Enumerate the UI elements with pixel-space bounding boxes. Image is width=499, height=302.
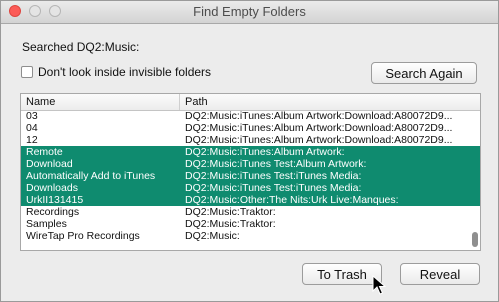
row-name-cell: Recordings bbox=[26, 206, 80, 218]
row-path-cell: DQ2:Music:iTunes Test:iTunes Media: bbox=[185, 182, 362, 194]
table-row[interactable]: 03 DQ2:Music:iTunes:Album Artwork:Downloa… bbox=[21, 110, 480, 122]
row-name-cell: UrkII131415 bbox=[26, 194, 84, 206]
row-path-cell: DQ2:Music:iTunes:Album Artwork:Download:… bbox=[185, 134, 453, 146]
row-path-cell: DQ2:Music:iTunes Test:Album Artwork: bbox=[185, 158, 367, 170]
table-row[interactable]: WireTap Pro Recordings DQ2:Music: bbox=[21, 230, 480, 242]
table-row[interactable]: Automatically Add to iTunes DQ2:Music:iTu… bbox=[21, 170, 480, 182]
table-body: 03 DQ2:Music:iTunes:Album Artwork:Downloa… bbox=[21, 110, 480, 242]
table-row[interactable]: Remote DQ2:Music:iTunes:Album Artwork: bbox=[21, 146, 480, 158]
row-name-cell: 03 bbox=[26, 110, 38, 122]
window-title: Find Empty Folders bbox=[193, 4, 306, 19]
row-path-cell: DQ2:Music:iTunes:Album Artwork: bbox=[185, 146, 345, 158]
column-header-name[interactable]: Name bbox=[26, 96, 55, 108]
row-path-cell: DQ2:Music:Traktor: bbox=[185, 206, 276, 218]
results-table: Name Path 03 DQ2:Music:iTunes:Album Artwo… bbox=[20, 93, 481, 251]
invisible-folders-label[interactable]: Don't look inside invisible folders bbox=[38, 65, 211, 79]
row-path-cell: DQ2:Music: bbox=[185, 230, 240, 242]
title-bar[interactable]: Find Empty Folders bbox=[1, 1, 498, 24]
row-name-cell: 12 bbox=[26, 134, 38, 146]
search-again-button[interactable]: Search Again bbox=[371, 62, 477, 84]
column-header-path[interactable]: Path bbox=[185, 96, 208, 108]
row-path-cell: DQ2:Music:iTunes:Album Artwork:Download:… bbox=[185, 110, 453, 122]
row-name-cell: WireTap Pro Recordings bbox=[26, 230, 140, 242]
reveal-button[interactable]: Reveal bbox=[400, 263, 480, 285]
mouse-pointer-icon bbox=[372, 275, 386, 295]
row-name-cell: Automatically Add to iTunes bbox=[26, 170, 156, 182]
table-row[interactable]: Samples DQ2:Music:Traktor: bbox=[21, 218, 480, 230]
find-empty-folders-window: Find Empty Folders Searched DQ2:Music: D… bbox=[0, 0, 499, 302]
table-row[interactable]: 04 DQ2:Music:iTunes:Album Artwork:Downloa… bbox=[21, 122, 480, 134]
row-path-cell: DQ2:Music:Traktor: bbox=[185, 218, 276, 230]
table-header: Name Path bbox=[21, 94, 480, 111]
searched-location-label: Searched DQ2:Music: bbox=[22, 40, 140, 54]
column-divider[interactable] bbox=[179, 94, 180, 110]
row-path-cell: DQ2:Music:iTunes Test:iTunes Media: bbox=[185, 170, 362, 182]
invisible-folders-checkbox[interactable] bbox=[21, 66, 33, 78]
table-row[interactable]: Download DQ2:Music:iTunes Test:Album Artw… bbox=[21, 158, 480, 170]
row-name-cell: Download bbox=[26, 158, 73, 170]
vertical-scrollbar[interactable] bbox=[469, 111, 479, 250]
scrollbar-thumb[interactable] bbox=[472, 232, 478, 247]
row-name-cell: 04 bbox=[26, 122, 38, 134]
table-row[interactable]: Recordings DQ2:Music:Traktor: bbox=[21, 206, 480, 218]
row-name-cell: Samples bbox=[26, 218, 67, 230]
invisible-folders-option[interactable]: Don't look inside invisible folders bbox=[21, 65, 211, 79]
row-path-cell: DQ2:Music:Other:The Nits:Urk Live:Manque… bbox=[185, 194, 399, 206]
to-trash-button[interactable]: To Trash bbox=[302, 263, 382, 285]
row-name-cell: Downloads bbox=[26, 182, 78, 194]
table-row[interactable]: Downloads DQ2:Music:iTunes Test:iTunes Me… bbox=[21, 182, 480, 194]
row-path-cell: DQ2:Music:iTunes:Album Artwork:Download:… bbox=[185, 122, 453, 134]
row-name-cell: Remote bbox=[26, 146, 63, 158]
table-row[interactable]: UrkII131415 DQ2:Music:Other:The Nits:Urk … bbox=[21, 194, 480, 206]
table-row[interactable]: 12 DQ2:Music:iTunes:Album Artwork:Downloa… bbox=[21, 134, 480, 146]
